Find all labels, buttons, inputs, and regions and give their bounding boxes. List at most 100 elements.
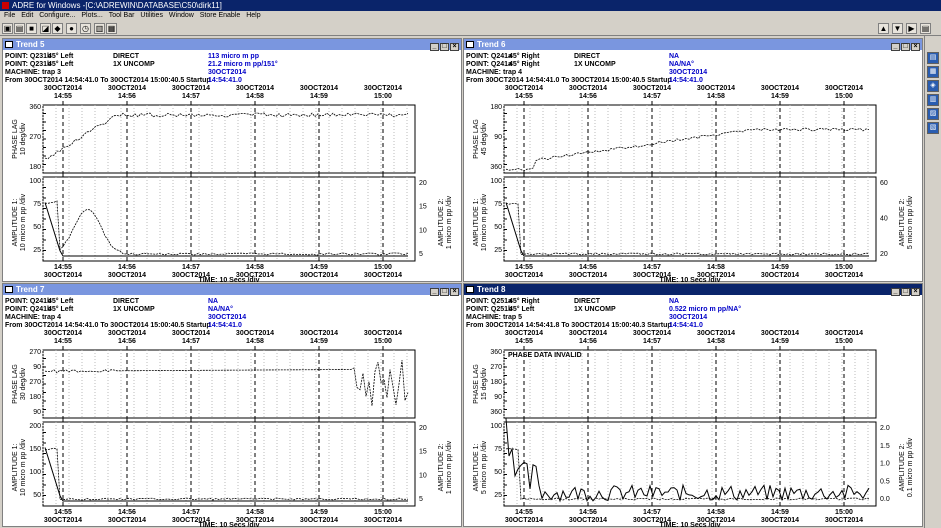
top-time-label: 14:58 xyxy=(246,338,264,345)
trend-title: Trend 7 xyxy=(16,285,45,294)
top-date-label: 30OCT2014 xyxy=(300,85,338,92)
maximize-button[interactable]: □ xyxy=(901,288,910,296)
minimize-button[interactable]: _ xyxy=(430,43,439,51)
phase-tick-label: 180 xyxy=(29,164,41,171)
print-icon[interactable]: ▤ xyxy=(14,23,25,34)
menu-file[interactable]: File xyxy=(4,12,15,19)
amplitude-plot-frame xyxy=(42,421,416,507)
trend-title-bar[interactable]: Trend 5 _ □ × xyxy=(3,39,461,51)
close-button[interactable]: × xyxy=(911,43,920,51)
top-date-label: 30OCT2014 xyxy=(172,85,210,92)
trend-window-3[interactable]: Trend 7 _ □ × POINT: Q241b 45° Left DIRECT NA PO… xyxy=(2,283,462,527)
menu-toolbar[interactable]: Tool Bar xyxy=(109,12,135,19)
tool-icon-5[interactable]: ▨ xyxy=(927,108,939,120)
bottom-time-label: 14:55 xyxy=(515,509,533,516)
phase-tick-label: 90 xyxy=(33,409,41,416)
trend-title-bar[interactable]: Trend 7 _ □ × xyxy=(3,284,461,296)
info-p2angle: 45° Left xyxy=(509,306,535,313)
window-icon xyxy=(5,41,13,48)
trend-title-bar[interactable]: Trend 6 _ □ × xyxy=(464,39,922,51)
amp2-tick-label: 10 xyxy=(419,472,427,479)
trend-plot[interactable]: 30OCT201414:5530OCT201414:5530OCT201414:… xyxy=(464,330,922,527)
tool-icon-2[interactable]: ▦ xyxy=(927,66,939,78)
maximize-button[interactable]: □ xyxy=(440,43,449,51)
trend-plot[interactable]: 30OCT201414:5530OCT201414:5530OCT201414:… xyxy=(464,85,922,282)
window-icon xyxy=(466,286,474,293)
close-button[interactable]: × xyxy=(450,288,459,296)
phase-axis-unit: 30 deg/div xyxy=(20,367,27,400)
trend-window-2[interactable]: Trend 6 _ □ × POINT: Q241a 45° Right DIRECT NA P… xyxy=(463,38,923,282)
phase-tick-label: 360 xyxy=(490,164,502,171)
bottom-time-label: 14:56 xyxy=(579,509,597,516)
menu-configure[interactable]: Configure... xyxy=(39,12,75,19)
bottom-date-label: 30OCT2014 xyxy=(569,517,607,524)
top-date-label: 30OCT2014 xyxy=(364,85,402,92)
top-time-label: 15:00 xyxy=(374,338,392,345)
amplitude2-axis-label: AMPLITUDE 2: xyxy=(438,444,445,492)
info-range: From 30OCT2014 14:54:41.0 To 30OCT2014 1… xyxy=(466,77,672,84)
info-start: 14:54:41.0 xyxy=(669,322,703,329)
maximize-button[interactable]: □ xyxy=(901,43,910,51)
tool-icon-1[interactable]: ▤ xyxy=(927,52,939,64)
printer-icon[interactable]: ▤ xyxy=(920,23,931,34)
bottom-time-label: 14:56 xyxy=(118,264,136,271)
arrow-right-icon[interactable]: ▶ xyxy=(906,23,917,34)
amplitude1-axis-unit: 10 micro m pp /div xyxy=(20,193,27,251)
phase-axis-unit: 45 deg/div xyxy=(481,122,488,155)
bottom-date-label: 30OCT2014 xyxy=(108,272,146,279)
stop-icon[interactable]: ● xyxy=(66,23,77,34)
plot-icon[interactable]: ◪ xyxy=(40,23,51,34)
phase-tick-label: 180 xyxy=(490,104,502,111)
info-p1: POINT: Q241b xyxy=(5,298,52,305)
menu-window[interactable]: Window xyxy=(169,12,194,19)
menu-bar: File Edit Configure... Plots... Tool Bar… xyxy=(0,11,941,21)
maximize-button[interactable]: □ xyxy=(440,288,449,296)
sample-icon[interactable]: ◆ xyxy=(52,23,63,34)
chart-icon[interactable]: ▥ xyxy=(94,23,105,34)
minimize-button[interactable]: _ xyxy=(891,43,900,51)
clock-icon[interactable]: ◷ xyxy=(80,23,91,34)
info-p2: POINT: Q231b xyxy=(5,61,52,68)
phase-plot-frame xyxy=(42,104,416,174)
menu-store-enable[interactable]: Store Enable xyxy=(200,12,240,19)
minimize-button[interactable]: _ xyxy=(430,288,439,296)
trend-title-bar[interactable]: Trend 8 _ □ × xyxy=(464,284,922,296)
tool-icon-4[interactable]: ▥ xyxy=(927,94,939,106)
phase-plot-frame xyxy=(503,104,877,174)
trend-icon[interactable]: ▦ xyxy=(106,23,117,34)
menu-utilities[interactable]: Utilities xyxy=(140,12,163,19)
trend-plot[interactable]: 30OCT201414:5530OCT201414:5530OCT201414:… xyxy=(3,85,461,282)
arrow-down-icon[interactable]: ▼ xyxy=(892,23,903,34)
top-time-label: 15:00 xyxy=(374,93,392,100)
phase-tick-label: 270 xyxy=(29,379,41,386)
trend-plot[interactable]: 30OCT201414:5530OCT201414:5530OCT201414:… xyxy=(3,330,461,527)
phase-tick-label: 90 xyxy=(494,134,502,141)
bottom-date-label: 30OCT2014 xyxy=(364,517,402,524)
amplitude1-axis-unit: 10 micro m pp /div xyxy=(20,438,27,496)
close-button[interactable]: × xyxy=(450,43,459,51)
save-icon[interactable]: ■ xyxy=(26,23,37,34)
amp1-tick-label: 75 xyxy=(494,201,502,208)
bottom-date-label: 30OCT2014 xyxy=(300,517,338,524)
top-date-label: 30OCT2014 xyxy=(697,85,735,92)
menu-help[interactable]: Help xyxy=(246,12,260,19)
amp1-tick-label: 50 xyxy=(33,224,41,231)
bottom-time-label: 14:58 xyxy=(246,509,264,516)
menu-edit[interactable]: Edit xyxy=(21,12,33,19)
arrow-up-icon[interactable]: ▲ xyxy=(878,23,889,34)
top-date-label: 30OCT2014 xyxy=(697,330,735,337)
open-icon[interactable]: ▣ xyxy=(2,23,13,34)
tool-icon-6[interactable]: ▧ xyxy=(927,122,939,134)
menu-plots[interactable]: Plots... xyxy=(81,12,102,19)
info-date: 30OCT2014 xyxy=(208,314,247,321)
trend-window-4[interactable]: Trend 8 _ □ × POINT: Q251a 45° Right DIRECT NA P… xyxy=(463,283,923,527)
close-button[interactable]: × xyxy=(911,288,920,296)
minimize-button[interactable]: _ xyxy=(891,288,900,296)
info-p2val: 0.522 micro m pp/NA° xyxy=(669,306,742,313)
toolbar xyxy=(0,21,941,36)
info-date: 30OCT2014 xyxy=(669,69,708,76)
app-title: ADRE for Windows -[C:\ADREWIN\DATABASE\C… xyxy=(12,1,222,10)
tool-icon-3[interactable]: ◈ xyxy=(927,80,939,92)
trend-window-1[interactable]: Trend 5 _ □ × POINT: Q231b 45° Left DIRECT 113 … xyxy=(2,38,462,282)
info-p2type: 1X UNCOMP xyxy=(113,61,155,68)
